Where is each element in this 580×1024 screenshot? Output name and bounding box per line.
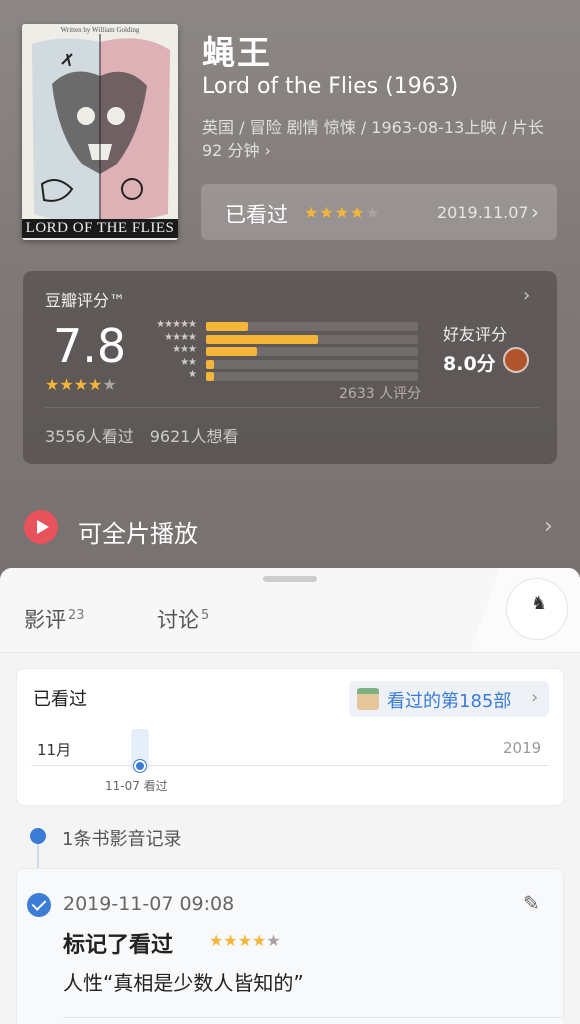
distribution-stars-label: ★ <box>188 369 197 380</box>
record-entry[interactable]: 2019-11-07 09:08 ✎ 标记了看过 ★★★★★ 人性“真相是少数人… <box>16 868 564 1024</box>
distribution-bar <box>206 359 215 369</box>
star-filled-icon: ★ <box>237 931 253 950</box>
chevron-right-icon: › <box>531 200 539 224</box>
rating-count: 2633 人评分 <box>339 386 422 402</box>
poster-title: LORD OF THE FLIES <box>22 219 178 238</box>
rating-distribution: ★★★★★ ★★★★ ★★★ ★★ ★ <box>143 319 423 384</box>
record-datetime: 2019-11-07 09:08 <box>63 893 235 915</box>
play-full-movie-row[interactable]: 可全片播放 › <box>24 506 558 550</box>
star-empty-icon: ★ <box>266 931 281 950</box>
star-filled-icon: ★ <box>223 931 238 950</box>
user-rating-stars: ★★★★★ <box>304 203 381 222</box>
douban-rating-card[interactable]: 豆瓣评分™ › 7.8 ★★★★★ ★★★★★ ★★★★ ★★★ ★★ ★ 26… <box>23 271 557 464</box>
play-label: 可全片播放 <box>78 520 198 548</box>
watched-rank-button[interactable]: 看过的第185部 › <box>349 681 549 717</box>
watch-stats: 3556人看过 9621人想看 <box>45 423 238 447</box>
timeline-month: 11月 <box>37 741 72 759</box>
distribution-bar <box>206 334 319 344</box>
timeline-title: 已看过 <box>33 689 87 710</box>
chevron-right-icon: › <box>531 687 539 708</box>
tab-discussions[interactable]: 讨论 5 <box>157 604 209 634</box>
watched-label: 已看过 <box>225 203 288 227</box>
rating-label: 豆瓣评分™ <box>45 291 126 310</box>
movie-title-cn: 蝇王 <box>202 33 272 72</box>
star-filled-icon: ★ <box>334 203 351 222</box>
timeline-marker[interactable] <box>134 760 146 772</box>
star-filled-icon: ★ <box>319 203 335 222</box>
distribution-bar <box>206 372 215 381</box>
star-empty-icon: ★ <box>102 375 117 394</box>
bottom-sheet: 影评 23 讨论 5 ♞ 已看过 看过的第185部 › 11月 2019 11-07… <box>0 568 580 1024</box>
tab-discussions-label: 讨论 <box>157 608 199 632</box>
friends-rating-value: 8.0分 <box>443 353 496 375</box>
record-stars: ★★★★★ <box>209 931 281 950</box>
star-empty-icon: ★ <box>365 203 381 222</box>
check-icon <box>27 893 51 917</box>
movie-title-en: Lord of the Flies (1963) <box>202 74 459 99</box>
record-dot <box>30 828 46 844</box>
poster-credit: Written by William Golding <box>60 26 140 34</box>
archive-box-icon <box>357 688 379 710</box>
star-filled-icon: ★ <box>350 203 366 222</box>
star-filled-icon: ★ <box>88 375 103 394</box>
distribution-row-1: ★ <box>143 369 423 384</box>
star-filled-icon: ★ <box>304 203 320 222</box>
distribution-stars-label: ★★★ <box>172 344 197 355</box>
star-filled-icon: ★ <box>252 931 267 950</box>
watch-timeline-card: 已看过 看过的第185部 › 11月 2019 11-07 看过 <box>16 668 564 806</box>
watched-date: 2019.11.07 <box>437 203 529 222</box>
tab-discussions-count: 5 <box>201 608 210 623</box>
records-header: 1条书影音记录 <box>62 829 182 850</box>
timeline-marker-label: 11-07 看过 <box>105 779 168 793</box>
friend-avatar[interactable] <box>503 347 529 373</box>
chevron-right-icon: › <box>523 285 531 306</box>
rating-score: 7.8 <box>53 319 127 373</box>
timeline-axis <box>31 765 549 766</box>
movie-meta[interactable]: 英国 / 冒险 剧情 惊悚 / 1963-08-13上映 / 片长92 分钟 › <box>202 116 554 162</box>
record-mark: 标记了看过 <box>63 933 174 958</box>
star-filled-icon: ★ <box>59 375 74 394</box>
watched-rank-label: 看过的第185部 <box>387 691 512 712</box>
divider <box>63 1017 563 1018</box>
play-icon <box>24 510 58 544</box>
user-avatar[interactable]: ♞ <box>506 578 568 640</box>
distribution-bar <box>206 322 249 331</box>
friends-rating-label: 好友评分 <box>443 325 508 344</box>
tab-reviews-count: 23 <box>68 608 85 623</box>
watched-count[interactable]: 3556人看过 <box>45 427 134 446</box>
edit-icon[interactable]: ✎ <box>523 891 540 915</box>
avatar-glyph-icon: ♞ <box>531 593 548 614</box>
star-filled-icon: ★ <box>45 375 60 394</box>
poster-artwork <box>22 24 178 240</box>
distribution-stars-label: ★★★★ <box>164 331 197 343</box>
distribution-row-2: ★★ <box>143 356 423 372</box>
distribution-stars-label: ★★ <box>180 356 197 368</box>
divider <box>45 407 539 408</box>
chevron-right-icon: › <box>544 514 553 539</box>
want-count[interactable]: 9621人想看 <box>150 427 239 446</box>
star-filled-icon: ★ <box>73 375 89 394</box>
divider <box>0 652 580 653</box>
rating-stars: ★★★★★ <box>45 375 117 394</box>
distribution-stars-label: ★★★★★ <box>156 319 197 330</box>
distribution-bar <box>206 347 257 356</box>
record-comment: 人性“真相是少数人皆知的” <box>63 971 304 995</box>
tab-reviews[interactable]: 影评 23 <box>24 604 85 634</box>
star-filled-icon: ★ <box>209 931 224 950</box>
timeline-year: 2019 <box>503 739 542 757</box>
movie-poster[interactable]: Written by William Golding LORD OF THE F… <box>22 24 178 240</box>
tab-reviews-label: 影评 <box>24 608 66 632</box>
sheet-drag-handle[interactable] <box>263 576 317 582</box>
watched-status-button[interactable]: 已看过 ★★★★★ 2019.11.07 › <box>201 184 557 240</box>
